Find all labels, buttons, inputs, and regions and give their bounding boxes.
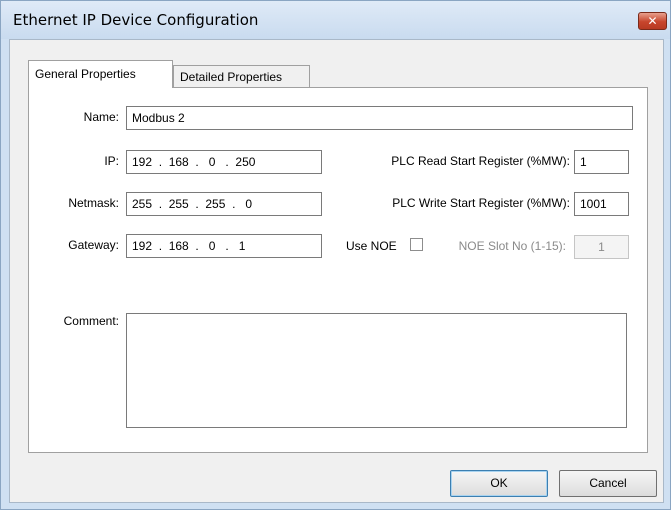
- tab-detailed-properties[interactable]: Detailed Properties: [173, 65, 310, 89]
- cancel-button[interactable]: Cancel: [559, 470, 657, 497]
- general-properties-panel: Name: Modbus 2 IP: 192 . 168 . 0 . 250 N…: [28, 87, 648, 453]
- plc-read-start-label: PLC Read Start Register (%MW):: [391, 154, 570, 168]
- comment-textarea[interactable]: [126, 313, 627, 428]
- close-icon: ✕: [647, 14, 658, 28]
- gateway-label: Gateway:: [68, 238, 119, 252]
- close-button[interactable]: ✕: [638, 12, 667, 30]
- plc-read-start-field[interactable]: 1: [574, 150, 629, 174]
- name-field[interactable]: Modbus 2: [126, 106, 633, 130]
- dialog-window: Ethernet IP Device Configuration ✕ Gener…: [0, 0, 671, 510]
- noe-slot-field: 1: [574, 235, 629, 259]
- noe-slot-label: NOE Slot No (1-15):: [458, 239, 566, 253]
- netmask-label: Netmask:: [68, 196, 119, 210]
- dialog-client-area: General Properties Detailed Properties N…: [9, 39, 664, 503]
- window-title: Ethernet IP Device Configuration: [13, 11, 259, 29]
- netmask-field[interactable]: 255 . 255 . 255 . 0: [126, 192, 322, 216]
- use-noe-label: Use NOE: [346, 239, 397, 253]
- plc-write-start-field[interactable]: 1001: [574, 192, 629, 216]
- use-noe-checkbox[interactable]: [410, 238, 423, 251]
- ok-button[interactable]: OK: [450, 470, 548, 497]
- name-label: Name:: [83, 110, 119, 124]
- comment-label: Comment:: [63, 314, 119, 328]
- tab-general-properties[interactable]: General Properties: [28, 60, 173, 88]
- ip-label: IP:: [104, 154, 119, 168]
- gateway-field[interactable]: 192 . 168 . 0 . 1: [126, 234, 322, 258]
- ip-address-field[interactable]: 192 . 168 . 0 . 250: [126, 150, 322, 174]
- plc-write-start-label: PLC Write Start Register (%MW):: [392, 196, 570, 210]
- title-bar[interactable]: Ethernet IP Device Configuration ✕: [1, 1, 670, 39]
